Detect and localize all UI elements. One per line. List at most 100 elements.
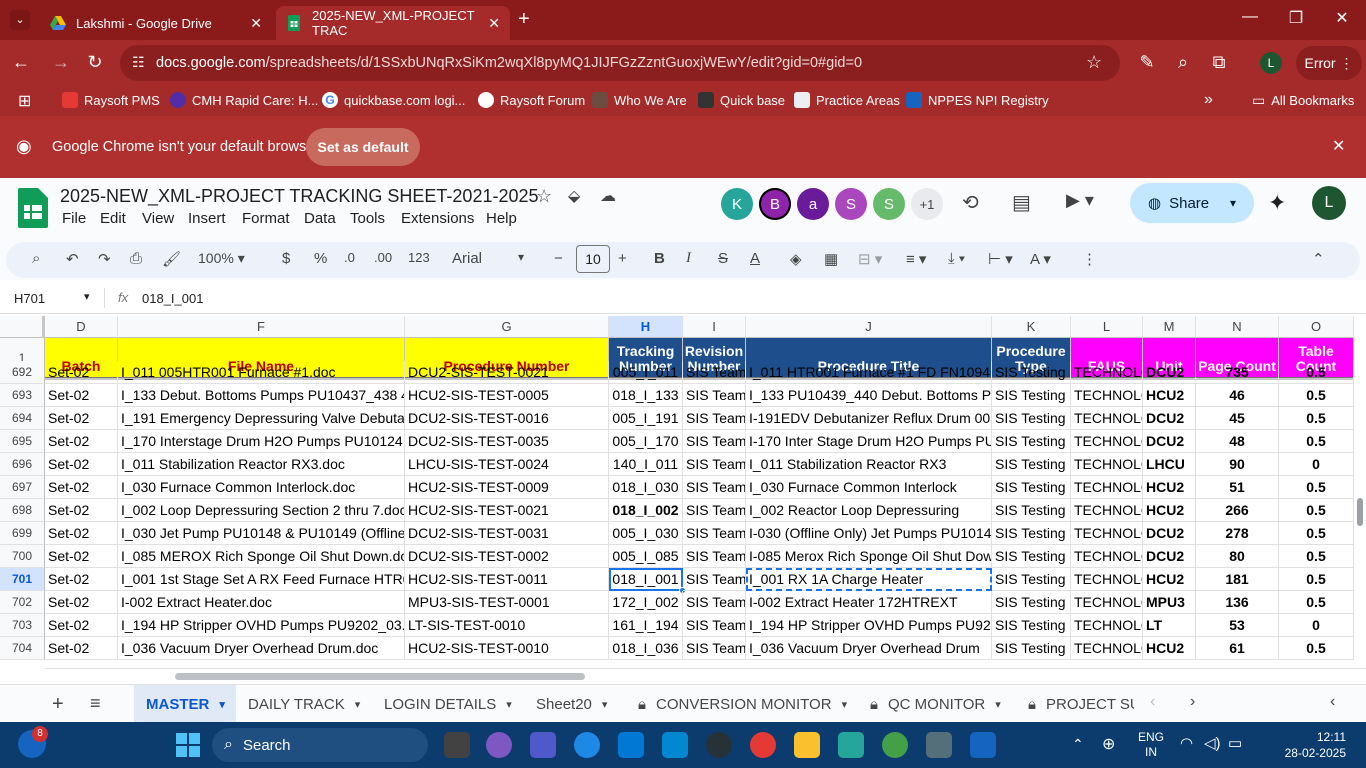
version-history-icon[interactable]: ⟲ [962,190,979,215]
cell-o697[interactable]: 0.5 [1279,476,1354,499]
cell-g702[interactable]: MPU3-SIS-TEST-0001 [405,591,609,614]
cell-h692[interactable]: 005_I_011 [609,361,683,384]
cell-f696[interactable]: I_011 Stabilization Reactor RX3.doc [118,453,405,476]
cell-j696[interactable]: I_011 Stabilization Reactor RX3 [746,453,992,476]
cell-j698[interactable]: I_002 Reactor Loop Depressuring [746,499,992,522]
cell-o700[interactable]: 0.5 [1279,545,1354,568]
cell-f704[interactable]: I_036 Vacuum Dryer Overhead Drum.doc [118,637,405,660]
app-icon[interactable] [838,732,864,758]
bookmark-star-icon[interactable]: ☆ [1086,52,1102,73]
new-tab-icon[interactable]: + [518,8,530,31]
cell-k697[interactable]: SIS Testing [992,476,1071,499]
cell-f695[interactable]: I_170 Interstage Drum H2O Pumps PU10124 … [118,430,405,453]
profile-avatar[interactable]: L [1260,52,1282,74]
cell-h700[interactable]: 005_I_085 [609,545,683,568]
increase-decimal-button[interactable]: .00 [374,250,392,265]
cell-i700[interactable]: SIS Team [683,545,746,568]
zoom-icon[interactable]: ⌕ [1172,52,1194,73]
opera-icon[interactable] [750,732,776,758]
collaborator-avatar[interactable]: S [835,188,867,220]
cell-n703[interactable]: 53 [1196,614,1279,637]
row-header-703[interactable]: 703 [0,614,45,637]
cell-m699[interactable]: DCU2 [1143,522,1196,545]
cell-m702[interactable]: MPU3 [1143,591,1196,614]
more-bookmarks-icon[interactable]: » [1204,91,1213,109]
spreadsheet-grid[interactable]: 1 D Batch F File Name G Procedure Number H Trac… [0,316,1366,668]
collaborator-avatar[interactable]: K [721,188,753,220]
cell-m694[interactable]: DCU2 [1143,407,1196,430]
cell-m692[interactable]: DCU2 [1143,361,1196,384]
sheet-tab-menu-icon[interactable]: ▾ [842,698,848,711]
chrome-taskbar-icon[interactable] [882,732,908,758]
cell-m703[interactable]: LT [1143,614,1196,637]
cell-l697[interactable]: TECHNOLOG [1071,476,1143,499]
cell-d702[interactable]: Set-02 [45,591,118,614]
cell-k695[interactable]: SIS Testing [992,430,1071,453]
cell-i704[interactable]: SIS Team [683,637,746,660]
close-window-icon[interactable]: ✕ [1330,8,1354,28]
formula-input[interactable]: 018_I_001 [142,291,203,306]
bookmark-raysoft-pms[interactable]: Raysoft PMS [62,92,160,108]
row-header-698[interactable]: 698 [0,499,45,522]
bookmark-who-we-are[interactable]: Who We Are [592,92,687,108]
minimize-icon[interactable]: — [1238,8,1262,26]
cell-n700[interactable]: 80 [1196,545,1279,568]
move-icon[interactable]: ⬙ [568,186,580,206]
menu-help[interactable]: Help [486,210,517,227]
cell-i694[interactable]: SIS Team [683,407,746,430]
row-header-694[interactable]: 694 [0,407,45,430]
vertical-scrollbar[interactable] [1354,376,1366,668]
cell-n692[interactable]: 735 [1196,361,1279,384]
cell-k696[interactable]: SIS Testing [992,453,1071,476]
decrease-decimal-button[interactable]: .0 [344,250,355,265]
cell-m704[interactable]: HCU2 [1143,637,1196,660]
scroll-tabs-right-icon[interactable]: › [1190,693,1195,711]
cell-l702[interactable]: TECHNOLOG [1071,591,1143,614]
cell-o695[interactable]: 0.5 [1279,430,1354,453]
vertical-align-icon[interactable]: ⤓ ▾ [948,250,965,267]
cloud-status-icon[interactable]: ☁ [600,186,616,206]
sheet-tab-menu-icon[interactable]: ▾ [506,698,512,711]
cell-i695[interactable]: SIS Team [683,430,746,453]
file-explorer-icon[interactable] [794,732,820,758]
close-tab-icon[interactable]: ✕ [488,15,500,32]
browser-tab-drive[interactable]: Lakshmi - Google Drive ✕ [40,6,272,40]
cell-k703[interactable]: SIS Testing [992,614,1071,637]
star-icon[interactable]: ☆ [536,186,552,207]
text-wrapping-icon[interactable]: ⊢ ▾ [988,250,1013,268]
teams-icon[interactable] [530,732,556,758]
pen-extension-icon[interactable]: ✎ [1136,52,1158,73]
borders-icon[interactable]: ▦ [824,250,838,268]
sheet-tab-login-details[interactable]: LOGIN DETAILS ▾ [384,685,512,723]
fill-color-icon[interactable]: ◈ [790,250,802,268]
cell-m700[interactable]: DCU2 [1143,545,1196,568]
task-view-icon[interactable] [444,732,470,758]
cell-g694[interactable]: DCU2-SIS-TEST-0016 [405,407,609,430]
row-header-704[interactable]: 704 [0,637,45,660]
cell-l698[interactable]: TECHNOLOG [1071,499,1143,522]
copilot-icon[interactable] [486,732,512,758]
cell-j703[interactable]: I_194 HP Stripper OVHD Pumps PU9202 [746,614,992,637]
cell-j702[interactable]: I-002 Extract Heater 172HTREXT [746,591,992,614]
column-header-m[interactable]: M [1143,316,1196,338]
cell-d695[interactable]: Set-02 [45,430,118,453]
sheet-tab-qc-monitor[interactable]: 🔒︎ QC MONITOR ▾ [870,685,1001,723]
cell-k701[interactable]: SIS Testing [992,568,1071,591]
merge-cells-icon[interactable]: ⊟ ▾ [858,250,882,268]
sheet-tab-menu-icon[interactable]: ▾ [602,698,608,711]
cell-n698[interactable]: 266 [1196,499,1279,522]
cell-d692[interactable]: Set-02 [45,361,118,384]
cell-o703[interactable]: 0 [1279,614,1354,637]
row-header-697[interactable]: 697 [0,476,45,499]
battery-icon[interactable]: ▭ [1228,734,1242,752]
column-header-n[interactable]: N [1196,316,1279,338]
cell-k700[interactable]: SIS Testing [992,545,1071,568]
bookmark-cmh-rapid-care[interactable]: CMH Rapid Care: H... [170,92,318,108]
column-header-g[interactable]: G [405,316,609,338]
cell-f698[interactable]: I_002 Loop Depressuring Section 2 thru 7… [118,499,405,522]
cell-o693[interactable]: 0.5 [1279,384,1354,407]
cell-d699[interactable]: Set-02 [45,522,118,545]
sheets-logo-icon[interactable] [18,188,48,228]
cell-d694[interactable]: Set-02 [45,407,118,430]
bookmark-quick-base[interactable]: Quick base [698,92,785,108]
